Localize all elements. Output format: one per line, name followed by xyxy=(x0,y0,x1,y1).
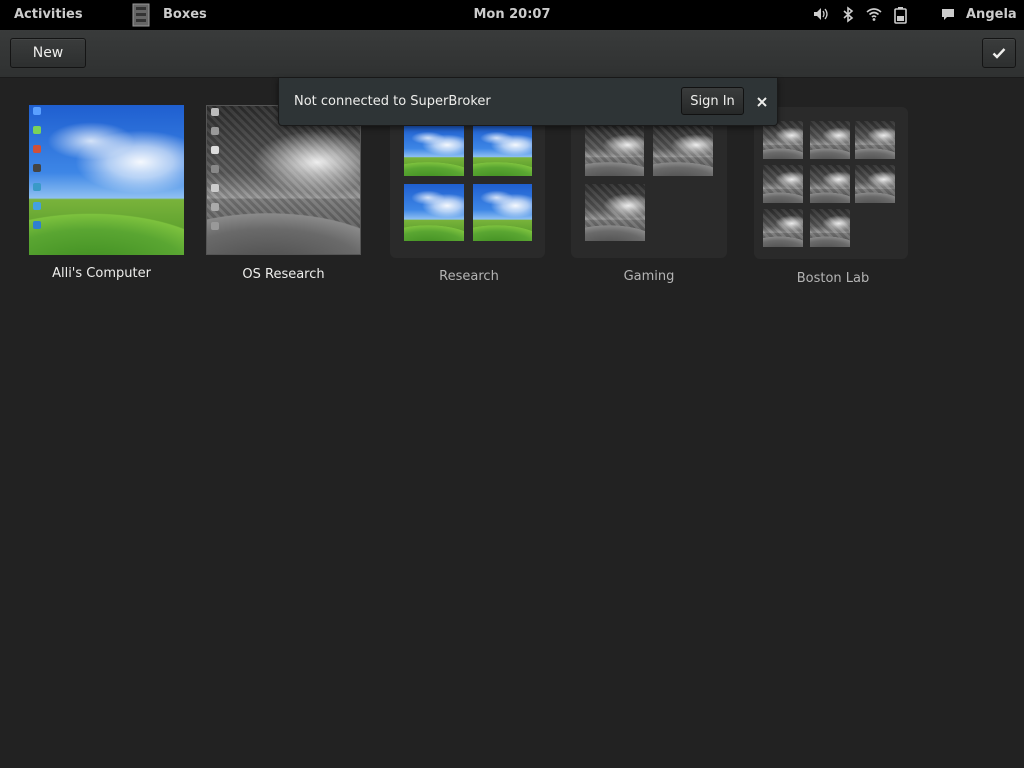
toolbar: New xyxy=(0,30,1024,78)
mini-thumbnail xyxy=(653,126,713,176)
mini-thumbnail xyxy=(810,165,850,203)
new-button[interactable]: New xyxy=(10,38,86,68)
collection-thumbnail xyxy=(754,107,908,259)
machine-item-os-research[interactable]: OS Research xyxy=(206,105,370,285)
desktop-icons xyxy=(211,108,221,241)
checkmark-icon xyxy=(992,48,1006,59)
chat-icon[interactable] xyxy=(940,6,956,22)
app-menu[interactable]: Boxes xyxy=(163,7,207,22)
top-bar: Activities Boxes Mon 20:07 Angela xyxy=(0,0,1024,30)
item-label: Research xyxy=(439,269,499,284)
collection-item-research[interactable]: Research xyxy=(390,105,545,290)
collection-thumbnail xyxy=(571,105,727,258)
mini-thumbnail xyxy=(473,126,532,176)
collection-thumbnail xyxy=(390,105,545,258)
boxes-app-icon[interactable] xyxy=(128,1,156,28)
machine-item-alli[interactable]: Alli's Computer xyxy=(29,105,193,285)
collection-item-boston-lab[interactable]: Boston Lab xyxy=(754,107,908,292)
item-label: Gaming xyxy=(623,269,675,284)
close-icon[interactable] xyxy=(755,94,769,108)
user-menu[interactable]: Angela xyxy=(966,7,1017,22)
mini-thumbnail xyxy=(473,184,532,241)
bluetooth-icon[interactable] xyxy=(842,6,854,23)
broker-notification: Not connected to SuperBroker Sign In xyxy=(278,78,778,126)
mini-thumbnail xyxy=(585,126,644,176)
item-label: Alli's Computer xyxy=(52,266,151,281)
mini-thumbnail xyxy=(763,121,803,159)
mini-thumbnail xyxy=(585,184,645,241)
mini-thumbnail xyxy=(855,121,895,159)
notification-message: Not connected to SuperBroker xyxy=(294,94,491,109)
wifi-icon[interactable] xyxy=(866,6,882,22)
selection-mode-button[interactable] xyxy=(982,38,1016,68)
mini-thumbnail xyxy=(855,165,895,203)
machine-thumbnail xyxy=(29,105,184,255)
sign-in-button[interactable]: Sign In xyxy=(681,87,744,115)
mini-thumbnail xyxy=(763,209,803,247)
activities-button[interactable]: Activities xyxy=(14,7,83,22)
volume-icon[interactable] xyxy=(812,6,829,22)
machine-thumbnail xyxy=(206,105,361,255)
item-label: Boston Lab xyxy=(796,271,870,286)
mini-thumbnail xyxy=(404,126,464,176)
collection-item-gaming[interactable]: Gaming xyxy=(571,105,727,290)
desktop-icons xyxy=(33,107,43,240)
mini-thumbnail xyxy=(763,165,803,203)
mini-thumbnail xyxy=(810,209,850,247)
battery-icon[interactable] xyxy=(893,6,909,24)
clock[interactable]: Mon 20:07 xyxy=(473,7,550,22)
new-button-label: New xyxy=(32,45,64,61)
mini-thumbnail xyxy=(810,121,850,159)
mini-thumbnail xyxy=(404,184,464,241)
sign-in-label: Sign In xyxy=(690,93,735,109)
item-label: OS Research xyxy=(242,267,325,282)
